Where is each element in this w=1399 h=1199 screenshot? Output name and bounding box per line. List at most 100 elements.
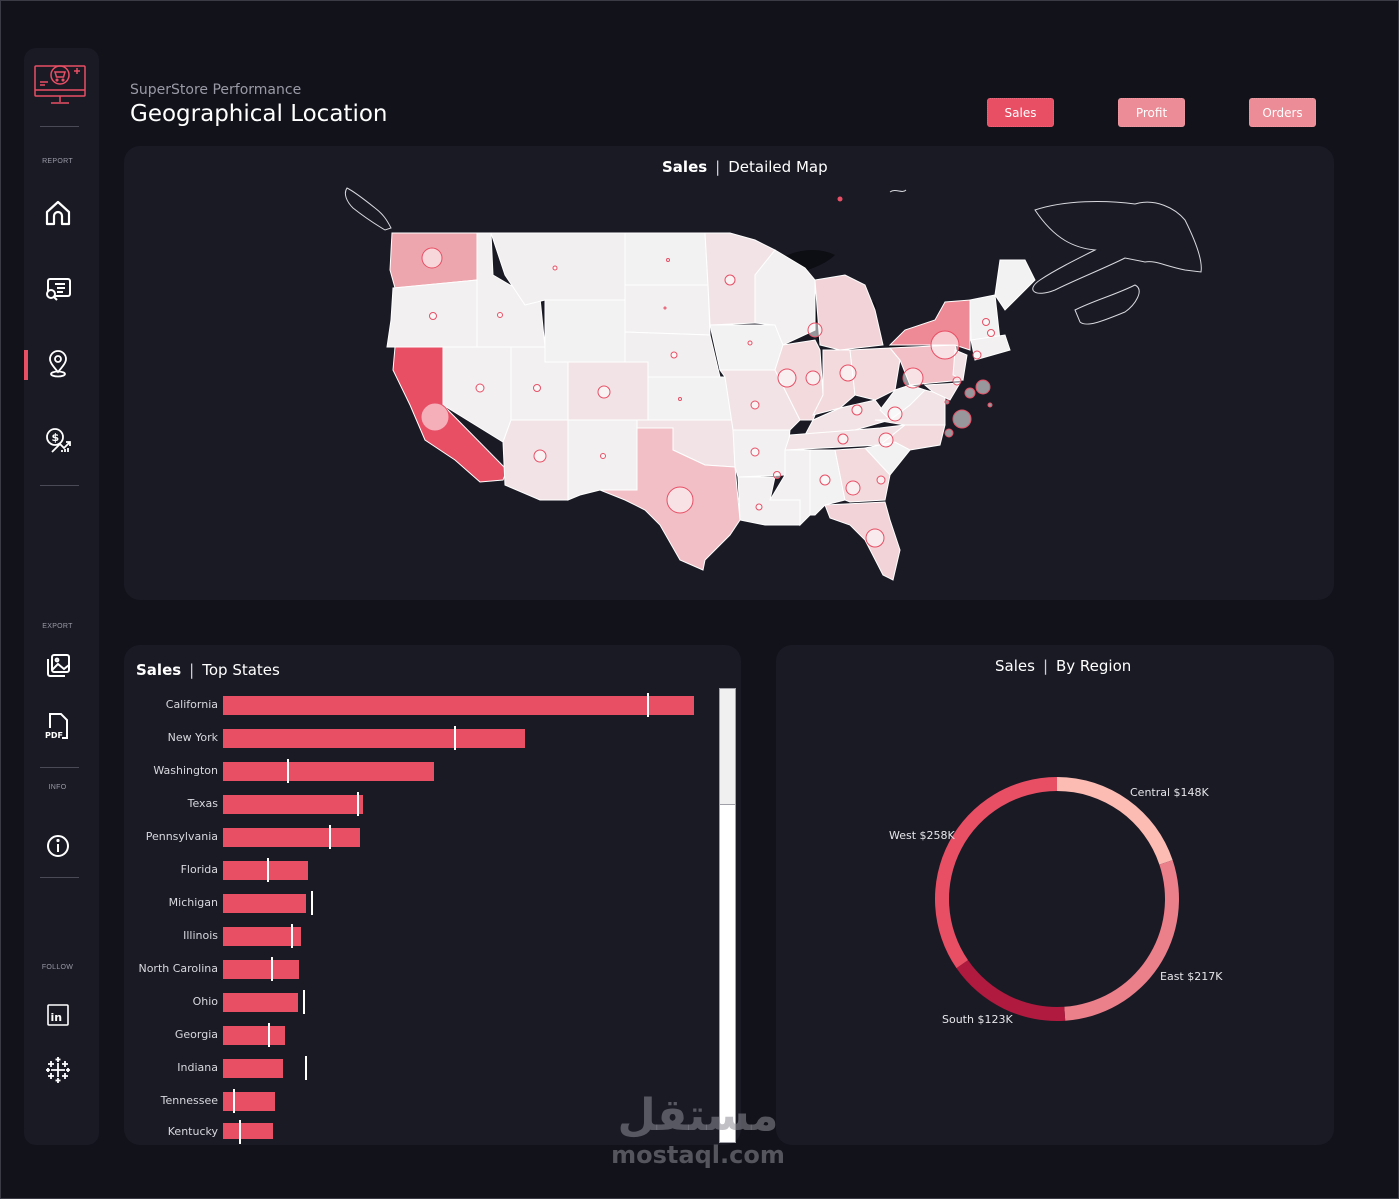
state-maine[interactable] [994,259,1036,311]
sales-bubble[interactable] [420,402,450,432]
sidebar-item-finance[interactable]: $ [42,424,74,456]
state-new-mexico[interactable] [567,419,638,501]
bar-reference-marker [266,858,269,882]
bar-ohio[interactable] [223,993,299,1012]
svg-text:in: in [51,1011,63,1024]
sales-bubble[interactable] [845,480,861,496]
region-title-rest: By Region [1056,657,1132,675]
sales-bubble[interactable] [497,312,503,318]
state-ohio[interactable] [849,347,901,401]
toggle-sales-button[interactable]: Sales [987,98,1054,127]
sales-bubble[interactable] [429,312,437,320]
sales-bubble[interactable] [600,453,606,459]
sales-bubble[interactable] [839,364,857,382]
state-michigan[interactable] [814,274,884,351]
sales-bubble[interactable] [837,433,849,445]
sales-bubble[interactable] [755,503,763,511]
region-title: Sales | By Region [995,657,1131,675]
sales-bubble[interactable] [773,471,781,479]
bar-label: Illinois [183,929,218,942]
sales-bubble[interactable] [552,265,558,271]
bar-pennsylvania[interactable] [223,828,361,847]
sales-bubble[interactable] [750,400,760,410]
bar-indiana[interactable] [223,1059,283,1078]
bar-illinois[interactable] [223,927,301,946]
bar-california[interactable] [223,696,694,715]
linkedin-link[interactable]: in [42,999,74,1031]
bar-florida[interactable] [223,861,308,880]
sales-bubble[interactable] [972,350,982,360]
sidebar-item-report[interactable] [42,273,74,305]
state-iowa[interactable] [709,324,784,371]
tableau-link[interactable] [42,1054,74,1086]
sales-bubble[interactable] [964,387,976,399]
sales-bubble[interactable] [851,404,863,416]
export-image-button[interactable] [42,650,74,682]
sales-bubble[interactable] [750,447,760,457]
sidebar-item-location[interactable] [42,348,74,380]
bar-reference-marker [238,1120,241,1144]
state-vermont-nh[interactable] [969,294,1001,341]
bar-label: New York [167,731,218,744]
sales-bubble[interactable] [421,247,443,269]
donut-slice-south[interactable] [956,960,1066,1021]
sales-bubble[interactable] [987,402,993,408]
sales-bubble[interactable] [944,399,950,405]
state-wyoming[interactable] [544,299,626,363]
sales-bubble[interactable] [952,376,962,386]
sales-bubble[interactable] [678,397,682,401]
bar-michigan[interactable] [223,894,307,913]
sales-bubble[interactable] [944,428,954,438]
us-choropleth-map[interactable] [335,180,1215,590]
export-pdf-button[interactable]: PDF [42,710,74,742]
sidebar-item-home[interactable] [42,197,74,229]
bar-label: Michigan [168,896,218,909]
bar-new-york[interactable] [223,729,526,748]
sales-bubble[interactable] [902,367,924,389]
toggle-profit-button[interactable]: Profit [1118,98,1185,127]
top-states-scrollbar[interactable] [719,688,736,1143]
sales-bubble[interactable] [807,322,823,338]
states-layer [386,232,1036,581]
sales-bubble[interactable] [975,379,991,395]
sales-bubble[interactable] [670,351,678,359]
donut-slice-east[interactable] [1064,860,1179,1021]
sales-bubble[interactable] [666,486,694,514]
state-arkansas[interactable] [732,429,791,478]
sales-bubble[interactable] [952,409,972,429]
sales-bubble[interactable] [663,306,667,310]
donut-slice-west[interactable] [935,777,1057,969]
state-florida[interactable] [824,501,901,581]
sales-bubble[interactable] [878,432,894,448]
sales-bubble[interactable] [533,449,547,463]
bar-kentucky[interactable] [223,1123,273,1139]
sales-bubble[interactable] [777,368,797,388]
sales-bubble[interactable] [819,474,831,486]
sales-bubble[interactable] [805,370,821,386]
sales-bubble[interactable] [987,329,995,337]
scrollbar-thumb[interactable] [720,689,735,805]
toggle-orders-button[interactable]: Orders [1249,98,1316,127]
info-button[interactable] [42,830,74,862]
state-south-dakota[interactable] [624,284,711,336]
state-kansas[interactable] [647,376,734,421]
top-states-title-metric: Sales [136,661,182,679]
sales-bubble[interactable] [930,330,960,360]
bar-georgia[interactable] [223,1026,286,1045]
sales-bubble[interactable] [865,528,885,548]
bar-texas[interactable] [223,795,364,814]
bar-tennessee[interactable] [223,1092,275,1111]
sales-bubble[interactable] [597,385,611,399]
bar-north-carolina[interactable] [223,960,300,979]
sales-bubble[interactable] [724,274,736,286]
bar-reference-marker [233,1089,235,1113]
sales-bubble[interactable] [533,384,541,392]
sales-bubble[interactable] [982,318,990,326]
bar-washington[interactable] [223,762,435,781]
sales-bubble[interactable] [747,340,753,346]
sales-bubble[interactable] [666,258,670,262]
sales-bubble[interactable] [475,383,485,393]
sales-bubble[interactable] [876,475,886,485]
sales-bubble[interactable] [887,406,903,422]
bar-label: Tennessee [160,1094,218,1107]
